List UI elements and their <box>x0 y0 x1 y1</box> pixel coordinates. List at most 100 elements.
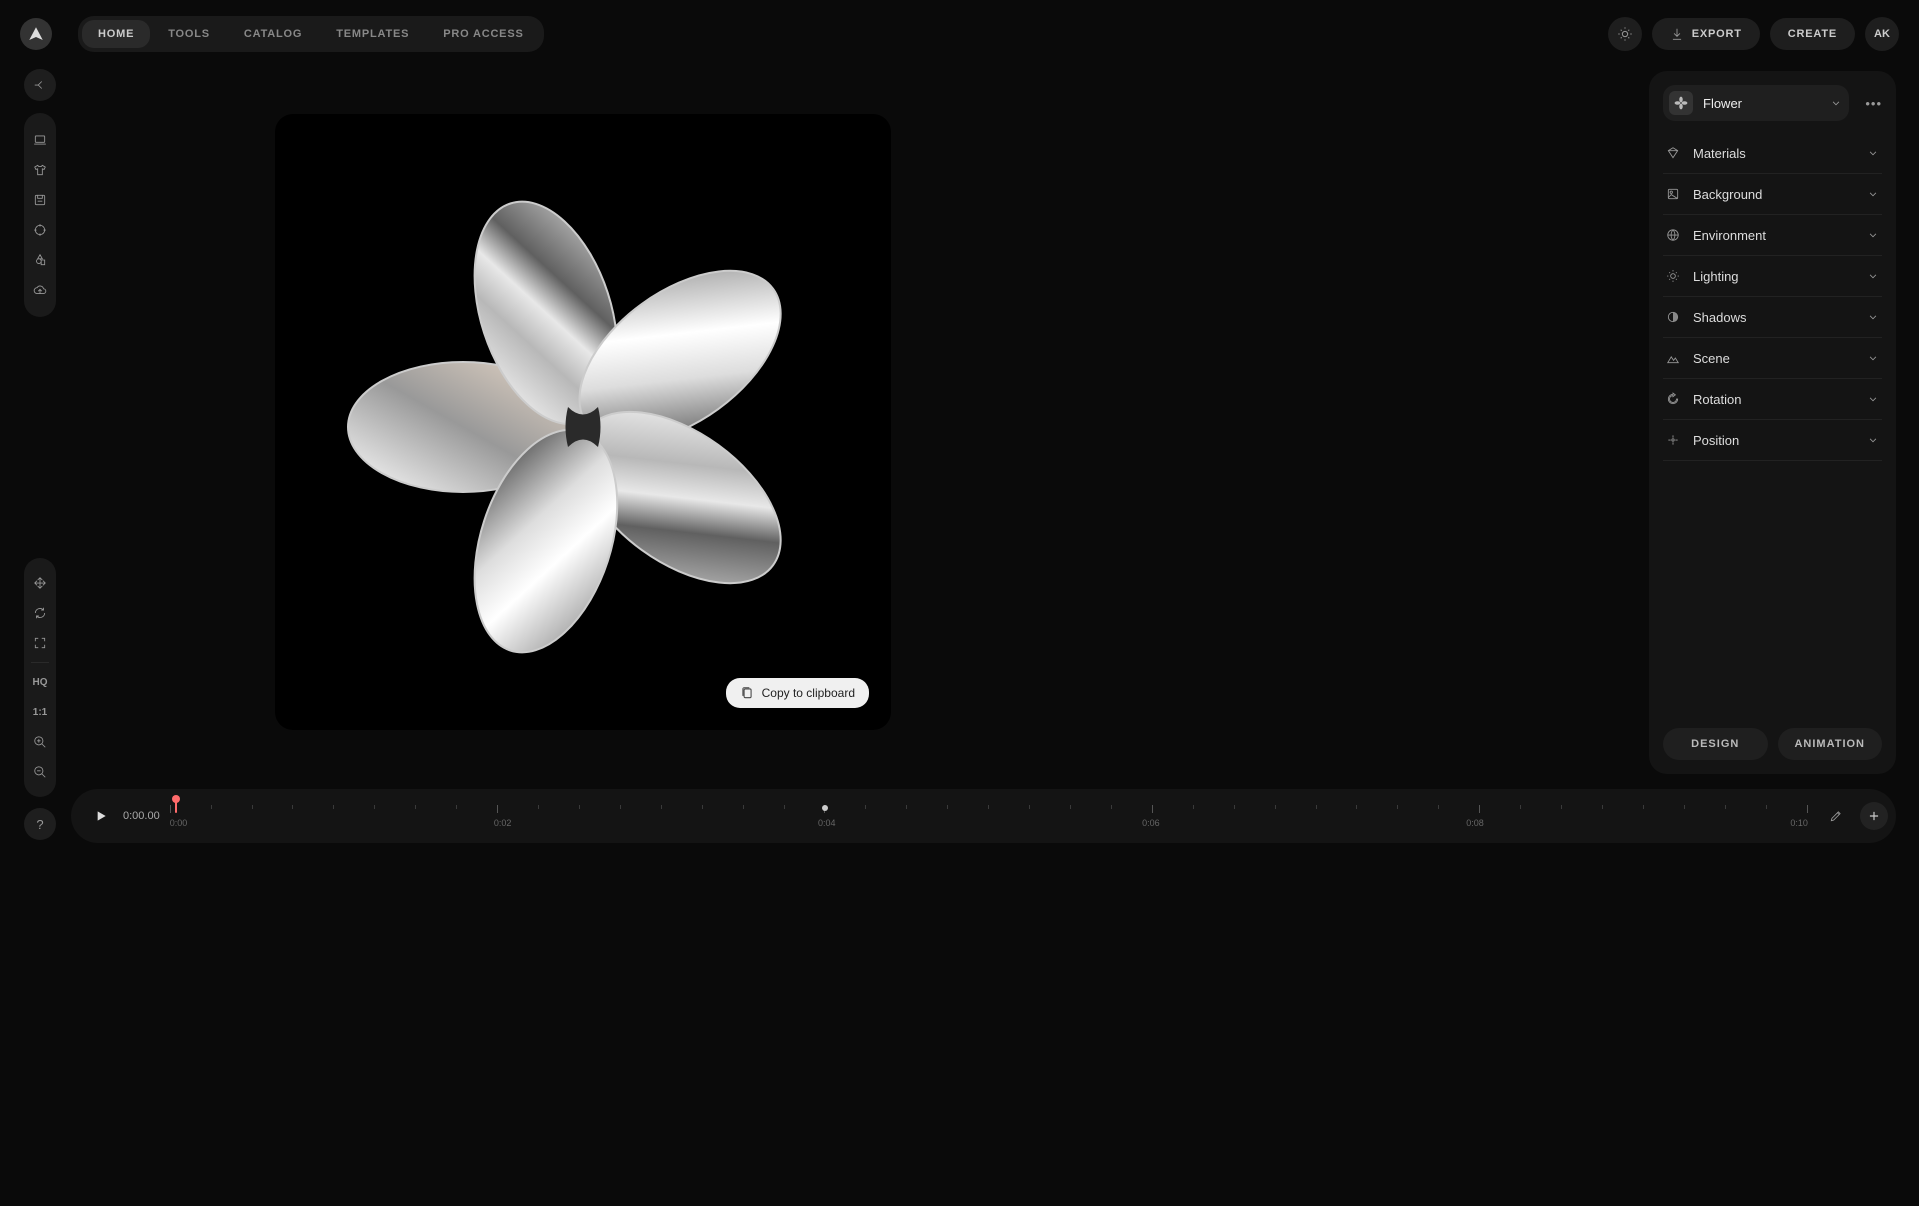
tick <box>947 805 948 809</box>
user-avatar[interactable]: AK <box>1865 17 1899 51</box>
tick <box>538 805 539 809</box>
keyframe[interactable] <box>822 805 828 811</box>
section-background[interactable]: Background <box>1663 174 1882 215</box>
nav-tools[interactable]: TOOLS <box>152 20 226 48</box>
tick <box>1766 805 1767 809</box>
shapes-icon <box>33 253 47 267</box>
section-label: Shadows <box>1693 310 1854 325</box>
view-refresh[interactable] <box>24 598 56 628</box>
object-more-button[interactable]: ••• <box>1865 96 1882 111</box>
chevron-down-icon <box>1866 269 1880 283</box>
tool-crosshair[interactable] <box>24 215 56 245</box>
view-move[interactable] <box>24 568 56 598</box>
section-scene[interactable]: Scene <box>1663 338 1882 379</box>
section-label: Environment <box>1693 228 1854 243</box>
tick <box>661 805 662 809</box>
crosshair-icon <box>33 223 47 237</box>
tick <box>415 805 416 809</box>
tick <box>1356 805 1357 809</box>
rotate-icon <box>1665 391 1681 407</box>
tick <box>1234 805 1235 809</box>
add-keyframe-button[interactable] <box>1860 802 1888 830</box>
clipboard-icon <box>740 686 754 700</box>
pen-tool-button[interactable] <box>1822 802 1850 830</box>
top-bar: HOME TOOLS CATALOG TEMPLATES PRO ACCESS … <box>0 0 1919 68</box>
timeline-actions <box>1822 802 1888 830</box>
tick <box>784 805 785 809</box>
section-shadows[interactable]: Shadows <box>1663 297 1882 338</box>
object-selector[interactable]: Flower <box>1663 85 1849 121</box>
view-zoom-out[interactable] <box>24 757 56 787</box>
timeline: 0:00.00 0:000:020:040:060:080:10 <box>71 789 1896 843</box>
nav-catalog[interactable]: CATALOG <box>228 20 318 48</box>
tool-shapes[interactable] <box>24 245 56 275</box>
tick <box>988 805 989 809</box>
section-lighting[interactable]: Lighting <box>1663 256 1882 297</box>
nav-home[interactable]: HOME <box>82 20 150 48</box>
bucket-icon <box>1665 145 1681 161</box>
theme-toggle-button[interactable] <box>1608 17 1642 51</box>
export-button[interactable]: EXPORT <box>1652 18 1760 50</box>
tick <box>1029 805 1030 809</box>
tool-save[interactable] <box>24 185 56 215</box>
panel-mode-tabs: DESIGN ANIMATION <box>1663 728 1882 760</box>
section-rotation[interactable]: Rotation <box>1663 379 1882 420</box>
create-button[interactable]: CREATE <box>1770 18 1855 50</box>
section-environment[interactable]: Environment <box>1663 215 1882 256</box>
image-icon <box>1665 186 1681 202</box>
help-button[interactable]: ? <box>24 808 56 840</box>
flower-thumb-icon <box>1674 96 1688 110</box>
tool-shirt[interactable] <box>24 155 56 185</box>
back-button[interactable] <box>24 69 56 101</box>
tick <box>579 805 580 809</box>
object-thumbnail <box>1669 91 1693 115</box>
mountain-icon <box>1665 350 1681 366</box>
tick <box>497 805 498 813</box>
copy-to-clipboard-button[interactable]: Copy to clipboard <box>726 678 869 708</box>
position-icon <box>1665 432 1681 448</box>
tick <box>1684 805 1685 809</box>
pen-icon <box>1829 809 1843 823</box>
tick <box>211 805 212 809</box>
tool-rail <box>24 113 56 317</box>
tick-label: 0:02 <box>494 818 512 828</box>
zoom-in-icon <box>33 735 47 749</box>
view-ratio[interactable]: 1:1 <box>24 697 56 727</box>
play-icon <box>93 808 109 824</box>
view-hq[interactable]: HQ <box>24 667 56 697</box>
tick <box>1070 805 1071 809</box>
view-zoom-in[interactable] <box>24 727 56 757</box>
canvas[interactable]: Copy to clipboard <box>275 114 891 730</box>
sun-icon <box>1617 26 1633 42</box>
tool-upload[interactable] <box>24 275 56 305</box>
globe-icon <box>1665 227 1681 243</box>
tick <box>1193 805 1194 809</box>
tick <box>865 805 866 809</box>
tick-label: 0:08 <box>1466 818 1484 828</box>
nav-templates[interactable]: TEMPLATES <box>320 20 425 48</box>
tick <box>743 805 744 809</box>
nav-pro-access[interactable]: PRO ACCESS <box>427 20 539 48</box>
section-label: Background <box>1693 187 1854 202</box>
timeline-track[interactable]: 0:000:020:040:060:080:10 <box>170 801 1808 831</box>
chevron-down-icon <box>1866 433 1880 447</box>
tab-design[interactable]: DESIGN <box>1663 728 1768 760</box>
section-list: Materials Background Environment Lighting Sh… <box>1663 133 1882 728</box>
view-expand[interactable] <box>24 628 56 658</box>
tick <box>1725 805 1726 809</box>
topbar-right: EXPORT CREATE AK <box>1608 17 1899 51</box>
cloud-upload-icon <box>33 283 47 297</box>
tick <box>906 805 907 809</box>
app-logo[interactable] <box>20 18 52 50</box>
tick <box>1479 805 1480 813</box>
tool-laptop[interactable] <box>24 125 56 155</box>
play-button[interactable] <box>85 800 117 832</box>
tab-animation[interactable]: ANIMATION <box>1778 728 1883 760</box>
section-position[interactable]: Position <box>1663 420 1882 461</box>
playhead[interactable] <box>175 799 177 813</box>
chevron-down-icon <box>1866 228 1880 242</box>
tick-label: 0:00 <box>170 818 188 828</box>
section-label: Rotation <box>1693 392 1854 407</box>
tick-label: 0:06 <box>1142 818 1160 828</box>
section-materials[interactable]: Materials <box>1663 133 1882 174</box>
